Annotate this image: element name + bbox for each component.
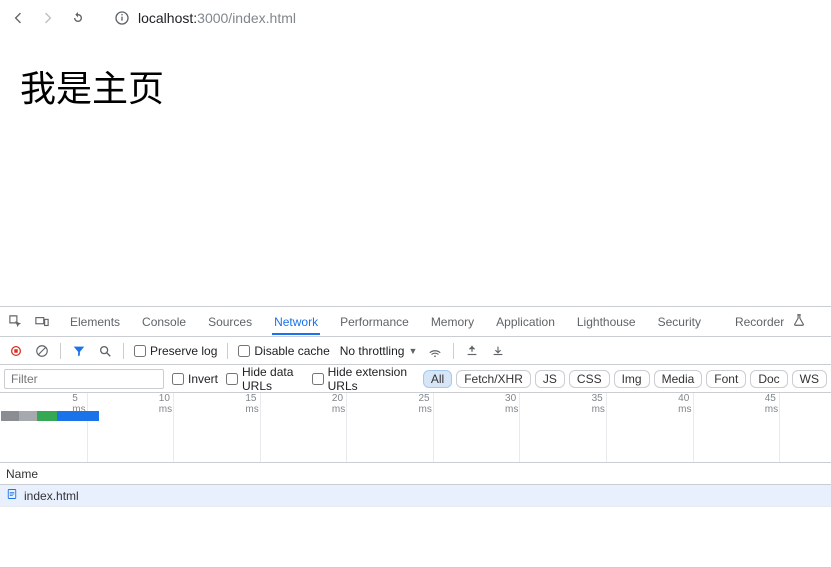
search-icon[interactable] [97,343,113,359]
timeline-tick: 15 ms [245,393,258,415]
timeline-tick: 35 ms [592,393,605,415]
network-filter-bar: Invert Hide data URLs Hide extension URL… [0,365,831,393]
reload-button[interactable] [68,8,88,28]
resource-type-filter: AllFetch/XHRJSCSSImgMediaFontDoc WS [423,370,827,388]
url-host: localhost:3000/index.html [138,10,296,26]
network-toolbar: Preserve log Disable cache No throttling… [0,337,831,365]
tab-console[interactable]: Console [140,309,188,335]
table-row[interactable]: index.html [0,485,831,507]
filter-icon[interactable] [71,343,87,359]
resource-filter-js[interactable]: JS [535,370,565,388]
devtools-panel: Elements Console Sources Network Performance… [0,306,831,568]
devtools-trailing: Recorder [735,313,806,330]
throttling-select[interactable]: No throttling ▼ [340,344,418,358]
browser-navbar: localhost:3000/index.html [0,0,831,36]
resource-filter-img[interactable]: Img [614,370,650,388]
document-icon [6,488,18,503]
webpage-content: 我是主页 [0,36,831,306]
column-name: Name [6,467,38,481]
resource-filter-css[interactable]: CSS [569,370,610,388]
page-title: 我是主页 [20,60,811,112]
invert-checkbox[interactable]: Invert [172,372,218,386]
timeline-tick: 10 ms [159,393,172,415]
timeline-tick: 40 ms [678,393,691,415]
forward-button[interactable] [38,8,58,28]
devtools-tabbar: Elements Console Sources Network Performance… [0,307,831,337]
resource-filter-all[interactable]: All [423,370,452,388]
devtools-leading-controls [8,314,50,330]
device-toolbar-icon[interactable] [34,314,50,330]
flask-icon [792,313,806,330]
network-conditions-icon[interactable] [427,343,443,359]
request-name: index.html [24,489,79,503]
network-overview[interactable]: 5 ms10 ms15 ms20 ms25 ms30 ms35 ms40 ms4… [0,393,831,463]
preserve-log-checkbox[interactable]: Preserve log [134,344,217,358]
timeline-tick: 25 ms [418,393,431,415]
tab-elements[interactable]: Elements [68,309,122,335]
import-har-icon[interactable] [464,343,480,359]
disable-cache-checkbox[interactable]: Disable cache [238,344,329,358]
tab-memory[interactable]: Memory [429,309,476,335]
tab-network[interactable]: Network [272,309,320,335]
filter-input[interactable] [4,369,164,389]
back-button[interactable] [8,8,28,28]
tab-sources[interactable]: Sources [206,309,254,335]
table-header[interactable]: Name [0,463,831,485]
timeline-tick: 45 ms [765,393,778,415]
reload-icon [70,10,86,26]
timeline-tick: 30 ms [505,393,518,415]
network-request-table: Name index.html [0,463,831,568]
address-bar[interactable]: localhost:3000/index.html [104,6,823,30]
resource-filter-fetch-xhr[interactable]: Fetch/XHR [456,370,531,388]
resource-filter-media[interactable]: Media [654,370,703,388]
hide-data-urls-checkbox[interactable]: Hide data URLs [226,365,304,393]
hide-extension-urls-checkbox[interactable]: Hide extension URLs [312,365,411,393]
tab-performance[interactable]: Performance [338,309,411,335]
timeline-tick: 20 ms [332,393,345,415]
record-button[interactable] [8,343,24,359]
recorder-label[interactable]: Recorder [735,315,784,329]
tab-security[interactable]: Security [656,309,703,335]
resource-filter-ws[interactable]: WS [792,370,827,388]
clear-button[interactable] [34,343,50,359]
resource-filter-doc[interactable]: Doc [750,370,787,388]
arrow-right-icon [40,10,56,26]
resource-filter-font[interactable]: Font [706,370,746,388]
site-info-icon[interactable] [114,10,130,26]
caret-down-icon: ▼ [408,346,417,356]
arrow-left-icon [10,10,26,26]
inspect-element-icon[interactable] [8,314,24,330]
export-har-icon[interactable] [490,343,506,359]
tab-lighthouse[interactable]: Lighthouse [575,309,638,335]
tab-application[interactable]: Application [494,309,557,335]
